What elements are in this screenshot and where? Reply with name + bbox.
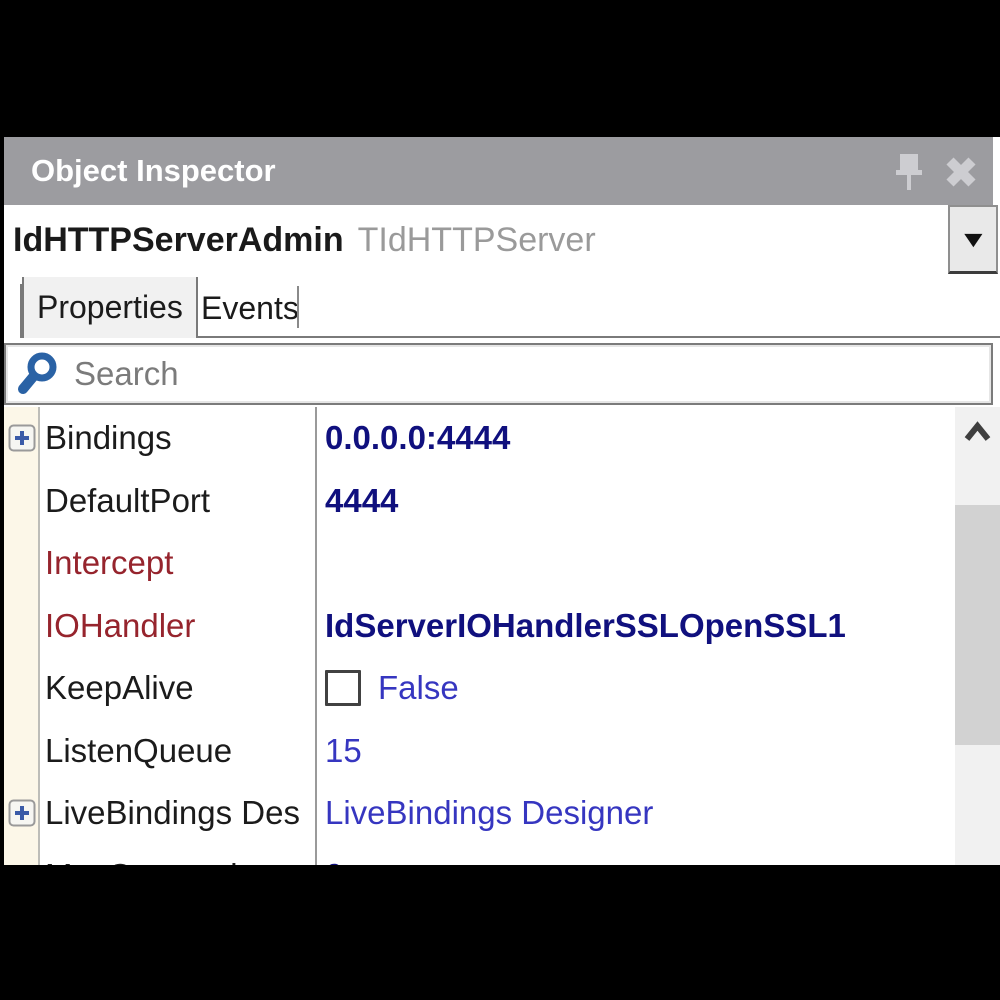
- titlebar: Object Inspector: [4, 137, 993, 205]
- expand-plus-icon[interactable]: [8, 424, 36, 452]
- close-button[interactable]: [942, 151, 980, 193]
- scroll-up-icon[interactable]: [963, 421, 992, 443]
- property-name[interactable]: IOHandler: [45, 595, 311, 657]
- tab-events[interactable]: Events: [187, 281, 313, 336]
- property-value[interactable]: 4444: [325, 470, 398, 532]
- property-value[interactable]: 0: [325, 845, 343, 866]
- pin-icon: [892, 151, 926, 193]
- vertical-scrollbar[interactable]: [955, 407, 1000, 865]
- expand-plus-icon[interactable]: [8, 799, 36, 827]
- search-input[interactable]: [72, 354, 991, 394]
- panel-title: Object Inspector: [31, 137, 276, 205]
- tab-strip-edge: [4, 284, 22, 338]
- search-box[interactable]: [4, 343, 993, 405]
- close-icon: [945, 156, 977, 188]
- property-name[interactable]: DefaultPort: [45, 470, 311, 532]
- property-name[interactable]: Intercept: [45, 532, 311, 594]
- property-value[interactable]: IdServerIOHandlerSSLOpenSSL1: [325, 595, 846, 657]
- object-inspector-panel: Object Inspector IdHTTPServerAdmin TIdHTT…: [4, 137, 1000, 865]
- property-row[interactable]: Intercept: [4, 532, 955, 594]
- property-value[interactable]: 0.0.0.0:4444: [325, 407, 510, 469]
- search-icon: [16, 351, 62, 397]
- property-name[interactable]: ListenQueue: [45, 720, 311, 782]
- tab-properties[interactable]: Properties: [22, 277, 198, 338]
- property-value[interactable]: LiveBindings Designer: [325, 782, 653, 844]
- property-row[interactable]: KeepAlive False: [4, 657, 955, 719]
- property-row[interactable]: Bindings 0.0.0.0:4444: [4, 407, 955, 469]
- property-row[interactable]: ListenQueue 15: [4, 720, 955, 782]
- property-name[interactable]: MaxConnections: [45, 845, 311, 866]
- property-name[interactable]: Bindings: [45, 407, 311, 469]
- property-row[interactable]: IOHandler IdServerIOHandlerSSLOpenSSL1: [4, 595, 955, 657]
- property-row[interactable]: DefaultPort 4444: [4, 470, 955, 532]
- checkbox-unchecked[interactable]: [325, 670, 361, 706]
- property-row[interactable]: LiveBindings Des LiveBindings Designer: [4, 782, 955, 844]
- property-value[interactable]: False: [378, 669, 459, 707]
- selected-object: IdHTTPServerAdmin TIdHTTPServer: [13, 205, 596, 275]
- property-value[interactable]: 15: [325, 720, 362, 782]
- property-name[interactable]: LiveBindings Des: [45, 782, 311, 844]
- object-name: IdHTTPServerAdmin: [13, 221, 344, 259]
- property-name[interactable]: KeepAlive: [45, 657, 311, 719]
- property-grid: Bindings 0.0.0.0:4444 DefaultPort 4444 I…: [4, 407, 1000, 865]
- property-row-clipped[interactable]: MaxConnections 0: [4, 845, 955, 866]
- object-type: TIdHTTPServer: [358, 221, 596, 259]
- pin-button[interactable]: [890, 151, 928, 193]
- tab-bar: Properties Events: [4, 275, 1000, 338]
- chevron-down-icon: ▼: [958, 226, 989, 253]
- tab-separator: [297, 286, 299, 328]
- object-dropdown-button[interactable]: ▼: [948, 205, 998, 274]
- object-selector[interactable]: IdHTTPServerAdmin TIdHTTPServer ▼: [4, 205, 1000, 275]
- scrollbar-thumb[interactable]: [955, 505, 1000, 745]
